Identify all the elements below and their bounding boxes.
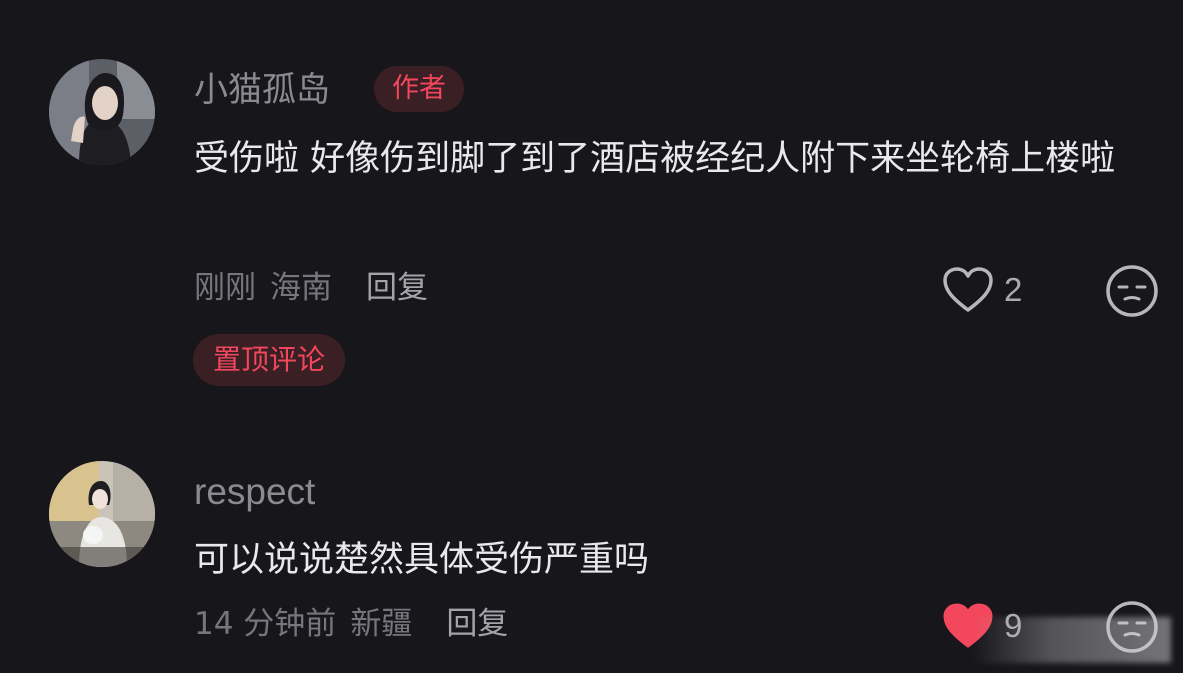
comment-location: 海南: [270, 270, 332, 306]
comment-time: 14 分钟前: [194, 606, 337, 642]
author-badge: 作者: [374, 66, 464, 112]
username[interactable]: 小猫孤岛: [194, 70, 330, 110]
like-count: 2: [1004, 271, 1023, 308]
comment-text: 受伤啦 好像伤到脚了到了酒店被经纪人附下来坐轮椅上楼啦: [194, 139, 1116, 179]
like-button[interactable]: 2: [942, 266, 1022, 314]
avatar[interactable]: [49, 59, 155, 165]
reply-button[interactable]: 回复: [366, 270, 428, 306]
username[interactable]: respect: [194, 472, 315, 512]
comment-time: 刚刚: [194, 270, 256, 306]
watermark: [971, 617, 1171, 663]
comment-meta: 刚刚 海南 回复: [194, 268, 442, 308]
comment-meta: 14 分钟前 新疆 回复: [194, 604, 522, 644]
emoji-icon[interactable]: [1104, 263, 1160, 319]
reply-button[interactable]: 回复: [446, 606, 508, 642]
comment-location: 新疆: [350, 606, 413, 642]
comment-text: 可以说说楚然具体受伤严重吗: [194, 540, 650, 580]
heart-icon: [943, 267, 993, 312]
pinned-badge: 置顶评论: [193, 334, 346, 386]
avatar[interactable]: [49, 461, 155, 567]
